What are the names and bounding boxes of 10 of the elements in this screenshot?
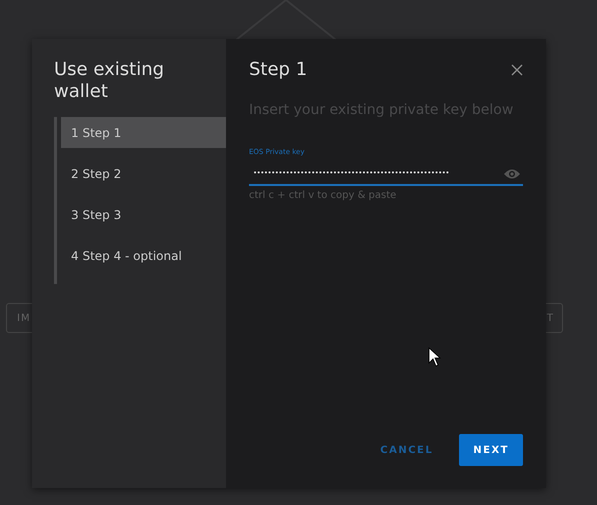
field-hint: ctrl c + ctrl v to copy & paste <box>249 190 398 201</box>
step-item[interactable]: 3 Step 3 <box>61 199 226 230</box>
pointer-icon <box>428 347 442 367</box>
step-heading: Step 1 <box>249 59 308 80</box>
dialog-title: Use existing wallet <box>54 59 166 103</box>
step-item[interactable]: 2 Step 2 <box>61 158 226 189</box>
next-button[interactable]: NEXT <box>459 434 523 466</box>
step-item[interactable]: 1 Step 1 <box>61 117 226 148</box>
step-item[interactable]: 4 Step 4 - optional <box>61 240 226 271</box>
close-icon[interactable] <box>511 64 523 76</box>
